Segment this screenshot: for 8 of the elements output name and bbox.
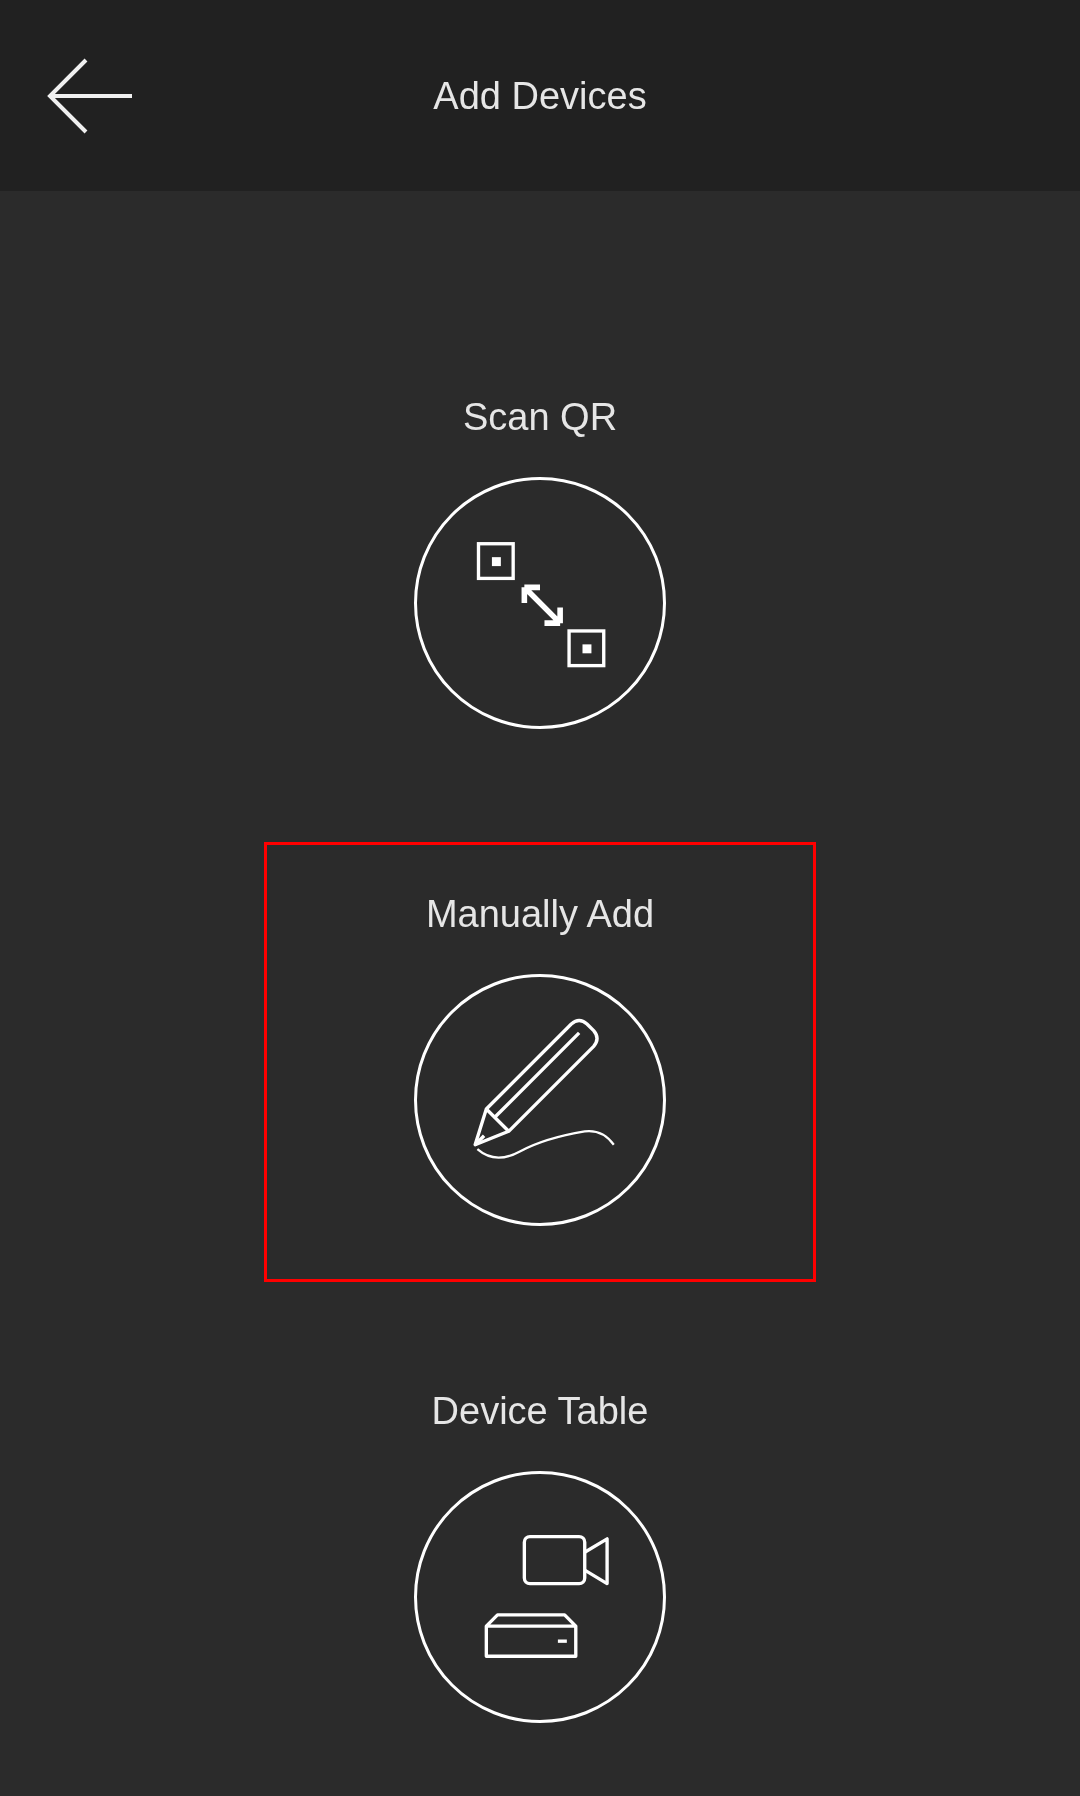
page-title: Add Devices: [433, 73, 647, 118]
option-label: Device Table: [431, 1389, 649, 1433]
option-button[interactable]: [414, 477, 666, 729]
option-label: Scan QR: [462, 395, 618, 439]
option-button[interactable]: [414, 1471, 666, 1723]
option-label: Manually Add: [425, 892, 655, 936]
option-button[interactable]: [414, 974, 666, 1226]
back-arrow-icon: [46, 58, 134, 134]
